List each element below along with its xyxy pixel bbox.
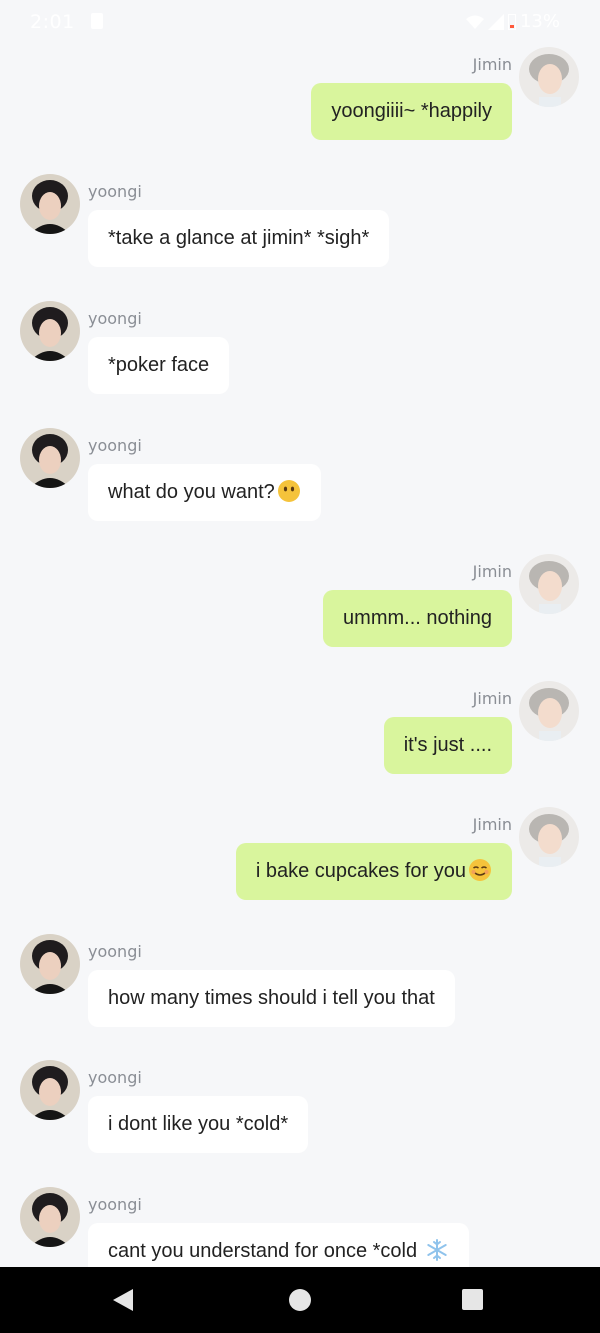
sender-name: Jimin [472, 55, 512, 74]
message-text: ummm... nothing [343, 607, 492, 629]
relieved-face-icon [469, 858, 491, 881]
message-bubble[interactable]: how many times should i tell you that [88, 970, 455, 1027]
message-text: i bake cupcakes for you [255, 860, 466, 882]
yoongi-avatar[interactable] [20, 1060, 80, 1120]
sender-name: yoongi [88, 436, 142, 455]
message-bubble[interactable]: cant you understand for once *cold [88, 1223, 469, 1267]
message-bubble[interactable]: i dont like you *cold* [88, 1096, 309, 1153]
message-text: cant you understand for once *cold [108, 1240, 423, 1262]
jimin-avatar[interactable] [519, 47, 579, 107]
sender-name: yoongi [88, 309, 142, 328]
sender-name: yoongi [88, 1195, 142, 1214]
recents-icon[interactable] [462, 1289, 483, 1310]
snowflake-icon [426, 1238, 447, 1261]
yoongi-avatar[interactable] [20, 1187, 80, 1247]
back-icon[interactable] [113, 1289, 133, 1311]
jimin-avatar[interactable] [519, 807, 579, 867]
message-text: how many times should i tell you that [108, 987, 435, 1009]
message-bubble[interactable]: *take a glance at jimin* *sigh* [88, 210, 390, 267]
message-bubble[interactable]: ummm... nothing [323, 590, 512, 647]
yoongi-avatar[interactable] [20, 174, 80, 234]
message-text: *take a glance at jimin* *sigh* [108, 227, 370, 249]
jimin-avatar[interactable] [519, 554, 579, 614]
yoongi-avatar[interactable] [20, 428, 80, 488]
chat-area[interactable]: Jimin yoongiiii~ *happily yoongi *take a… [0, 0, 600, 1267]
sender-name: yoongi [88, 182, 142, 201]
message-bubble[interactable]: i bake cupcakes for you [235, 843, 512, 900]
message-text: i dont like you *cold* [108, 1113, 289, 1135]
navigation-bar [0, 1267, 600, 1333]
sender-name: Jimin [472, 562, 512, 581]
message-text: it's just .... [403, 734, 492, 756]
message-text: what do you want? [108, 481, 275, 503]
sender-name: yoongi [88, 942, 142, 961]
message-bubble[interactable]: yoongiiii~ *happily [311, 83, 512, 140]
message-bubble[interactable]: what do you want? [88, 464, 321, 521]
message-bubble[interactable]: *poker face [88, 337, 230, 394]
no-mouth-face-icon [277, 479, 300, 502]
message-text: yoongiiii~ *happily [331, 100, 492, 122]
message-text: *poker face [108, 354, 210, 376]
sender-name: Jimin [472, 689, 512, 708]
yoongi-avatar[interactable] [20, 934, 80, 994]
yoongi-avatar[interactable] [20, 301, 80, 361]
sender-name: yoongi [88, 1068, 142, 1087]
jimin-avatar[interactable] [519, 681, 579, 741]
sender-name: Jimin [472, 815, 512, 834]
message-bubble[interactable]: it's just .... [383, 717, 512, 774]
home-icon[interactable] [289, 1289, 311, 1311]
